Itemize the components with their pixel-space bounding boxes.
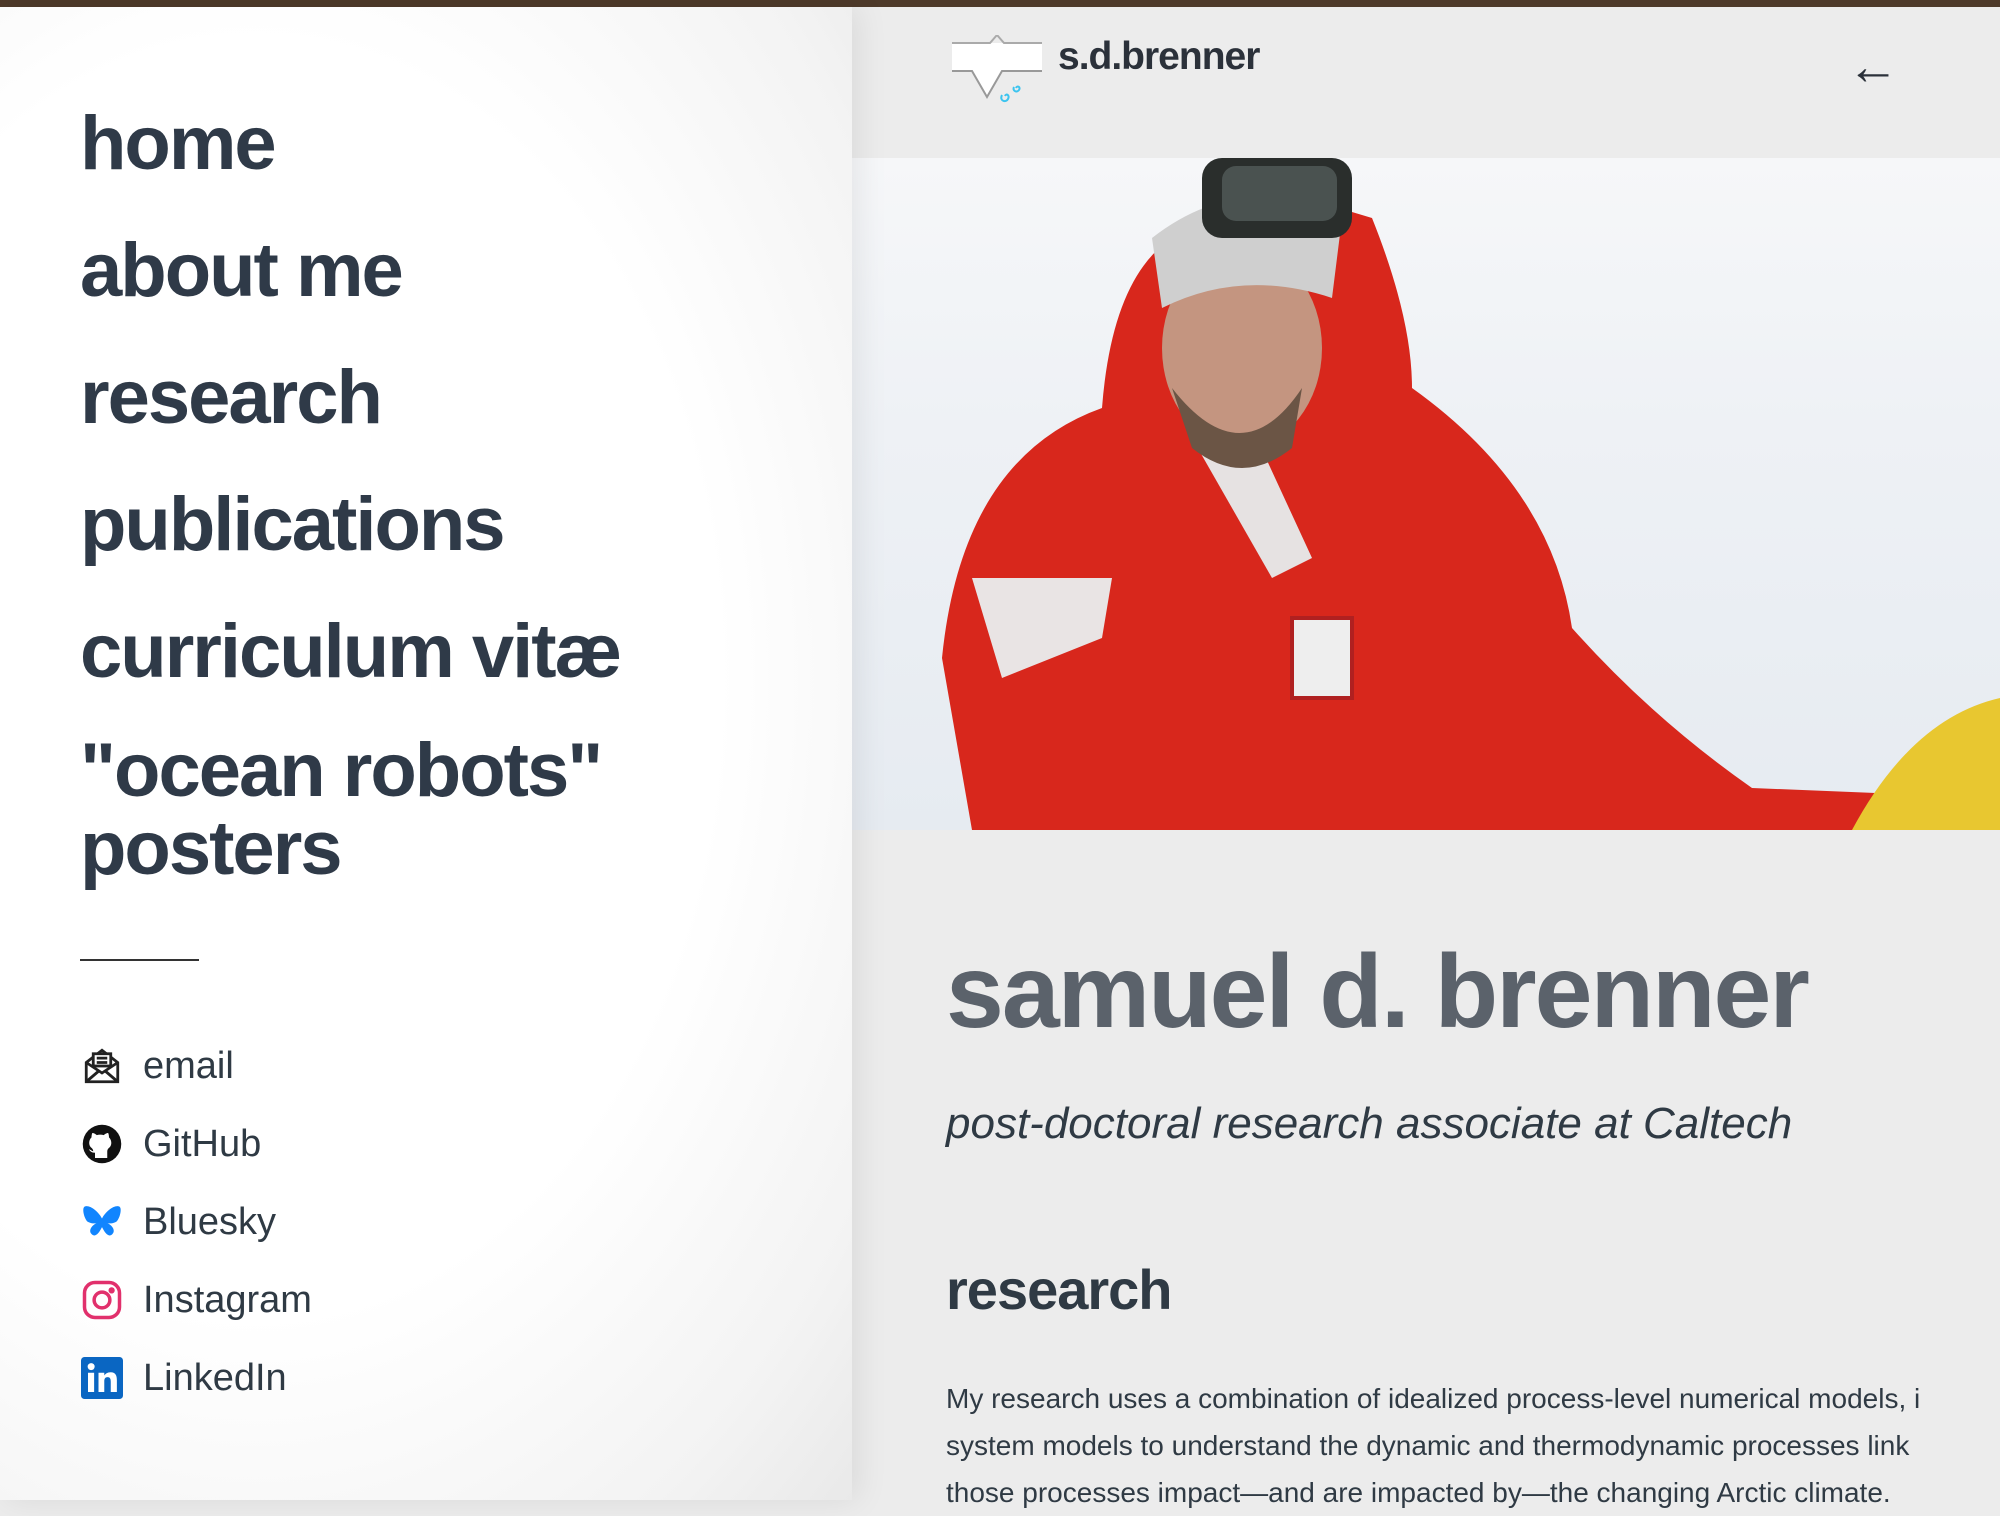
instagram-icon: [80, 1278, 124, 1322]
linkedin-icon: [80, 1356, 124, 1400]
page-subtitle: post-doctoral research associate at Calt…: [946, 1099, 1793, 1148]
bluesky-icon: [80, 1200, 124, 1244]
site-logo[interactable]: [952, 33, 1042, 105]
email-icon: [80, 1044, 124, 1088]
social-email[interactable]: email: [80, 1027, 312, 1105]
top-border: [0, 0, 2000, 7]
social-bluesky[interactable]: Bluesky: [80, 1183, 312, 1261]
main-nav: home about me research publications curr…: [80, 97, 780, 921]
social-email-label: email: [143, 1044, 234, 1087]
nav-cv[interactable]: curriculum vitæ: [80, 605, 780, 699]
research-line: those processes impact—and are impacted …: [946, 1477, 1891, 1508]
social-instagram[interactable]: Instagram: [80, 1261, 312, 1339]
divider: [80, 959, 199, 961]
research-paragraph: My research uses a combination of ideali…: [946, 1375, 1996, 1516]
github-icon: [80, 1122, 124, 1166]
social-linkedin[interactable]: LinkedIn: [80, 1339, 312, 1417]
nav-research[interactable]: research: [80, 351, 780, 445]
nav-publications[interactable]: publications: [80, 478, 780, 572]
social-instagram-label: Instagram: [143, 1278, 312, 1321]
arrow-left-icon[interactable]: ←: [1847, 37, 1899, 97]
social-github-label: GitHub: [143, 1122, 262, 1165]
research-heading: research: [946, 1258, 1173, 1321]
social-links: email GitHub Bluesky Instagram LinkedIn: [80, 1027, 312, 1417]
research-line: system models to understand the dynamic …: [946, 1430, 1910, 1461]
page-title: samuel d. brenner: [946, 934, 1810, 1050]
nav-ocean-robots-posters[interactable]: "ocean robots" posters: [80, 732, 640, 888]
nav-about-me[interactable]: about me: [80, 224, 780, 318]
sidebar: home about me research publications curr…: [0, 7, 852, 1500]
social-github[interactable]: GitHub: [80, 1105, 312, 1183]
social-bluesky-label: Bluesky: [143, 1200, 277, 1243]
hero-photo: [852, 158, 2000, 830]
nav-home[interactable]: home: [80, 97, 780, 191]
site-title[interactable]: s.d.brenner: [1058, 35, 1260, 79]
research-line: My research uses a combination of ideali…: [946, 1383, 1921, 1414]
social-linkedin-label: LinkedIn: [143, 1356, 287, 1399]
main-content: s.d.brenner ← samuel d. brenner post-doc…: [852, 7, 2000, 1508]
